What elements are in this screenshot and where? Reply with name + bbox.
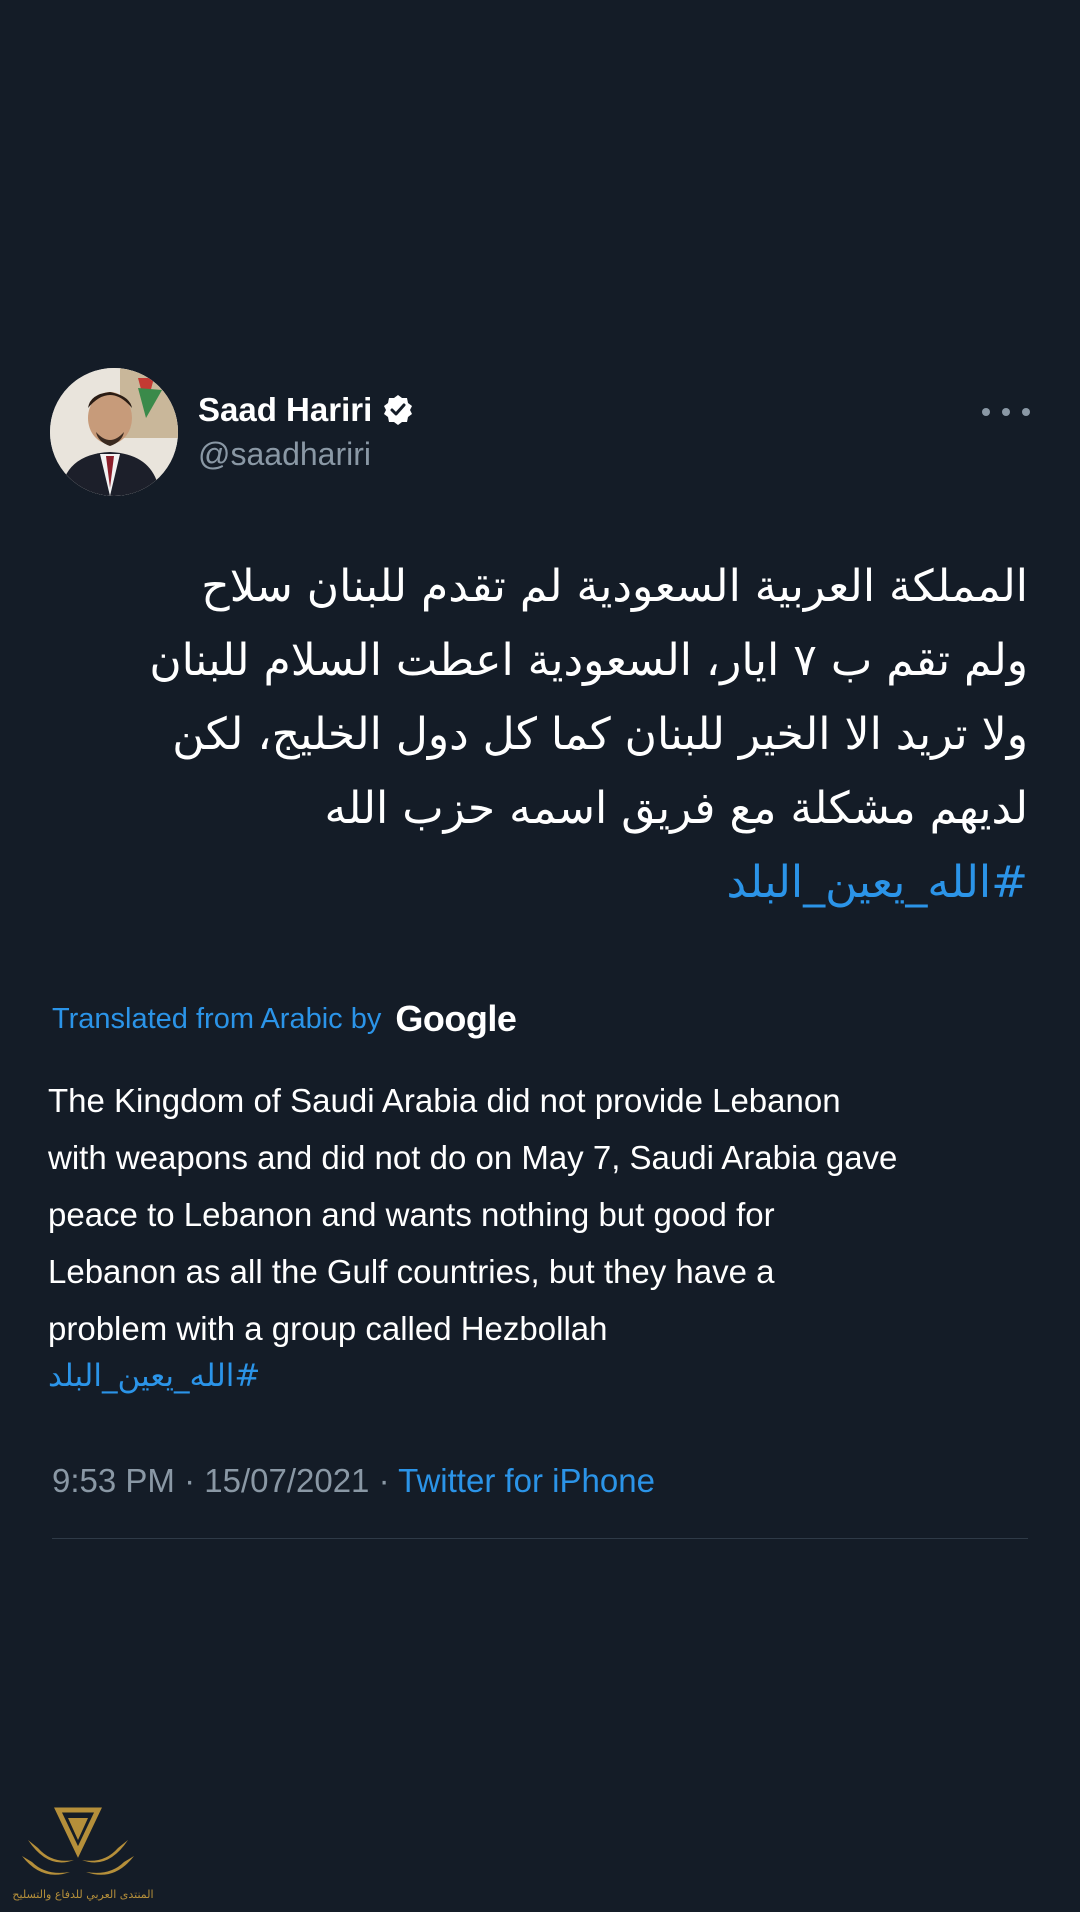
more-dot (1022, 408, 1030, 416)
more-options-icon[interactable] (982, 398, 1030, 426)
tweet-date: 15/07/2021 (204, 1462, 370, 1499)
author-name[interactable]: Saad Hariri (198, 391, 372, 429)
watermark-emblem-icon (22, 1807, 134, 1875)
translated-text-line: Lebanon as all the Gulf countries, but t… (48, 1253, 775, 1290)
translated-text-line: peace to Lebanon and wants nothing but g… (48, 1196, 775, 1233)
tweet-text-line: المملكة العربية السعودية لم تقدم للبنان … (201, 561, 1028, 612)
divider (52, 1538, 1028, 1539)
tweet-hashtag-link[interactable]: #الله_يعين_البلد (60, 846, 1028, 920)
translated-text-line: The Kingdom of Saudi Arabia did not prov… (48, 1082, 841, 1119)
translated-text-line: with weapons and did not do on May 7, Sa… (48, 1139, 898, 1176)
author-name-row: Saad Hariri (198, 388, 414, 432)
translated-from-label[interactable]: Translated from Arabic by (52, 1003, 381, 1036)
tweet-source-link[interactable]: Twitter for iPhone (398, 1462, 655, 1499)
translated-text-line: problem with a group called Hezbollah (48, 1310, 608, 1347)
more-dot (1002, 408, 1010, 416)
tweet-text-line: ولا تريد الا الخير للبنان كما كل دول الخ… (172, 709, 1028, 760)
meta-separator: · (174, 1462, 205, 1499)
tweet-text-line: ولم تقم ب ٧ ايار، السعودية اعطت السلام ل… (149, 635, 1028, 686)
author-handle[interactable]: @saadhariri (198, 436, 371, 473)
google-logo: Google (395, 998, 517, 1039)
meta-separator: · (369, 1462, 399, 1499)
tweet-text: المملكة العربية السعودية لم تقدم للبنان … (60, 550, 1028, 920)
translated-text: The Kingdom of Saudi Arabia did not prov… (48, 1072, 1028, 1357)
more-dot (982, 408, 990, 416)
tweet-text-line: لديهم مشكلة مع فريق اسمه حزب الله (324, 783, 1028, 834)
translated-hashtag-link[interactable]: #الله_يعين_البلد (48, 1358, 260, 1394)
translation-attribution: Translated from Arabic by Google (52, 994, 517, 1044)
verified-badge-icon (382, 394, 414, 426)
watermark-text: المنتدى العربي للدفاع والتسليح (12, 1888, 154, 1901)
author-avatar[interactable] (50, 368, 178, 496)
avatar-image (50, 368, 178, 496)
tweet-time: 9:53 PM (52, 1462, 175, 1499)
tweet-detail: Saad Hariri @saadhariri المملكة العربية … (0, 0, 1080, 1912)
tweet-metadata: 9:53 PM · 15/07/2021 · Twitter for iPhon… (52, 1462, 655, 1500)
watermark-logo: المنتدى العربي للدفاع والتسليح (8, 1800, 154, 1908)
